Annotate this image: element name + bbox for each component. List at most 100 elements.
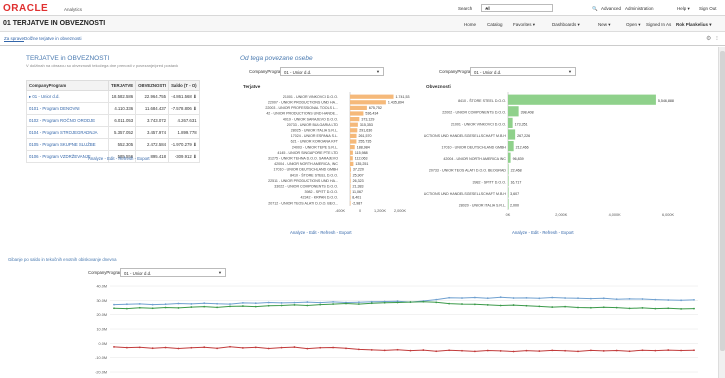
column-header[interactable]: Saldo (T - O) [168,80,200,91]
nav-dashboards[interactable]: Dashboards ▾ [552,22,580,28]
data-label: -2,987 [352,201,362,205]
data-point [628,298,631,300]
help-menu[interactable]: Help ▾ [677,6,690,12]
right-section-title: Od tega povezane osebe [240,55,313,62]
table-cell[interactable]: 0102 - Program ROČNO ORODJE [26,114,109,127]
data-point [577,350,579,353]
data-point [241,302,244,304]
category-label: 4019 - UNIOR SARAJEVO D.O.O. [283,117,338,121]
data-point [615,349,618,352]
data-label: 25,907 [353,173,364,177]
data-point [293,301,296,304]
administration-link[interactable]: Administration [625,6,654,11]
tab-dolzne-terjatve[interactable]: Dolžne terjatve in obveznosti [24,36,82,41]
user-menu[interactable]: Rok Plankelius ▾ [676,22,712,28]
data-point [538,297,541,300]
data-label: 5,546,888 [658,99,674,103]
category-label: 42004 - UNIOR NORTH AMERICA INC [443,157,506,161]
table-cell[interactable]: 0101 - Program DENOVNI [26,102,109,115]
top-bar: ORACLE Analytics Search All ▼ 🔍 Advanced… [0,0,725,16]
data-point [319,303,322,306]
data-point [564,305,567,308]
table-cell: -309.912 ⬇ [168,150,200,163]
category-label: 20733 - UNIOR TEOS ALATI D.O.O. BEOGRAD [429,169,507,173]
data-point [370,302,373,305]
advanced-link[interactable]: Advanced [601,6,621,11]
left-analyze-links[interactable]: Analyze - Edit - Refresh - Export [88,156,150,161]
nav-home[interactable]: Home [464,22,476,27]
table-row[interactable]: ▸ 01 - Unior d.d. 18.582.586 22.964.755 -4.… [26,90,200,103]
data-point [125,303,128,306]
tab-za-sprave[interactable]: Za sprave [4,36,25,42]
data-point [641,298,644,300]
data-point [448,296,451,299]
data-point [164,346,167,349]
right-analyze-links-2[interactable]: Analyze - Edit - Refresh - Export [512,230,574,235]
right-analyze-links-1[interactable]: Analyze - Edit - Refresh - Export [290,230,352,235]
data-point [473,350,476,353]
y-tick-label: -20.0M [95,371,107,375]
data-point [512,304,515,306]
data-point [538,305,541,308]
data-point [461,303,463,305]
gear-icon[interactable]: ⚙ [706,35,711,42]
data-point [602,350,605,352]
table-cell: -1.970.279 ⬇ [168,138,200,151]
company-program-select-1[interactable]: 01 - Unior d.d. ▼ [280,67,384,76]
nav-new[interactable]: New ▾ [598,22,611,28]
x-tick-label: 0 [359,209,361,213]
table-cell[interactable]: ▸ 01 - Unior d.d. [26,90,109,103]
chevron-down-icon: ▼ [218,270,222,275]
data-point [138,303,141,305]
more-options-icon[interactable]: ⁝ [716,35,718,42]
search-scope-select[interactable]: All ▼ [481,4,553,12]
search-icon[interactable]: 🔍 [592,6,598,12]
table-row[interactable]: 0101 - Program DENOVNI 4.110.336 11.684.43… [26,102,200,115]
data-point [113,303,115,306]
category-label: 8410 - ŠTORE STEEL D.O.O. [458,98,506,103]
table-cell[interactable]: 0105 - Program SKUPNE SLUŽBE [26,138,109,151]
data-point [216,347,219,350]
nav-favorites[interactable]: Favorites ▾ [513,22,535,28]
company-program-select-3[interactable]: 01 - Unior d.d. ▼ [120,268,226,277]
scrollbar-thumb[interactable] [720,51,725,351]
column-header[interactable]: TERJATVE [107,80,137,91]
data-point [254,346,257,349]
data-point [177,347,180,350]
data-point [525,304,528,307]
data-label: 22,468 [511,169,522,173]
company-program-select-2[interactable]: 01 - Unior d.d. ▼ [470,67,576,76]
category-label: 17010 - UNIOR DEUTSCHLAND GMBH [441,146,506,150]
table-cell[interactable]: 0104 - Program STROJEGRADNJA [26,126,109,139]
data-point [422,349,425,351]
terjatve-bar-chart: 21001 - UNIOR VINKOVCI D.O.O. 1.741,53 220… [265,92,410,213]
bar [350,105,367,110]
category-label: 22413 - UNIOR PRODUCTIONS UND HANDELSGES… [424,192,506,196]
table-row[interactable]: 0105 - Program SKUPNE SLUŽBE 552.305 2.472… [26,138,200,151]
data-label: 255,735 [358,140,371,144]
data-point [125,307,128,310]
data-point [113,307,115,310]
table-row[interactable]: 0104 - Program STROJEGRADNJA 5.357.052 3.4… [26,126,200,139]
data-point [345,302,347,305]
data-point [280,304,283,307]
table-row[interactable]: 0102 - Program ROČNO ORODJE 6.011.053 3.74… [26,114,200,127]
column-header[interactable]: CompanyProgram [26,80,109,91]
data-point [680,308,683,310]
sign-out-link[interactable]: Sign Out [699,6,717,11]
table-cell: -7.578.806 ⬇ [168,102,200,115]
category-label: 3982 - SPITT D.O.O. [305,190,339,194]
data-point [138,346,141,349]
select-value: 01 - Unior d.d. [474,69,502,75]
column-header[interactable]: OBVEZNOSTI [135,80,170,91]
bar [350,195,351,200]
dashboard-title-bar: 01 TERJATVE IN OBVEZNOSTI Home Catalog F… [0,16,725,32]
data-point [486,349,489,352]
nav-catalog[interactable]: Catalog [487,22,503,27]
category-label: 3982 - SPITT D.O.O. [473,180,507,184]
nav-open[interactable]: Open ▾ [626,22,641,28]
vertical-scrollbar[interactable] [718,47,725,378]
data-point [396,348,399,351]
bar [350,111,364,116]
data-point [486,304,489,306]
